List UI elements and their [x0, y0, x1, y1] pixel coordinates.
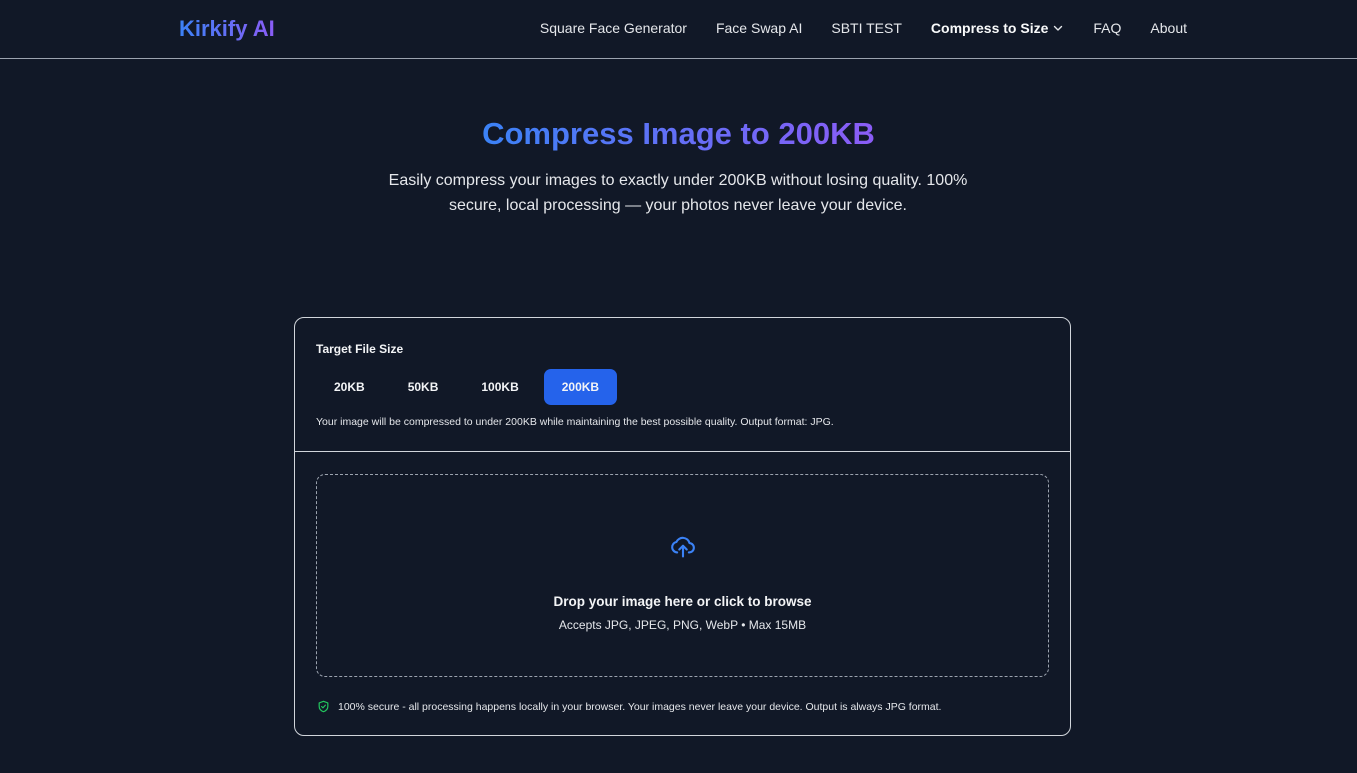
page-title-text: Compress Image to 200KB: [482, 116, 875, 151]
nav-label: About: [1150, 20, 1187, 36]
nav-label: FAQ: [1093, 20, 1122, 36]
main-nav: Square Face Generator Face Swap AI SBTI …: [511, 20, 1187, 36]
image-dropzone[interactable]: Drop your image here or click to browse …: [316, 474, 1049, 677]
nav-label: Square Face Generator: [539, 20, 687, 36]
shield-check-icon: [317, 700, 330, 713]
nav-faq[interactable]: FAQ: [1093, 20, 1121, 36]
chevron-down-icon: [1052, 22, 1064, 34]
size-options: 20KB 50KB 100KB 200KB: [316, 369, 624, 405]
dropzone-subtitle: Accepts JPG, JPEG, PNG, WebP • Max 15MB: [558, 618, 807, 632]
nav-label: SBTI TEST: [831, 20, 902, 36]
nav-square-face-generator[interactable]: Square Face Generator: [540, 20, 687, 36]
nav-face-swap-ai[interactable]: Face Swap AI: [716, 20, 802, 36]
secure-notice: 100% secure - all processing happens loc…: [317, 700, 941, 713]
compress-card: Target File Size 20KB 50KB 100KB 200KB Y…: [294, 317, 1071, 736]
target-size-section: Target File Size 20KB 50KB 100KB 200KB Y…: [295, 318, 1070, 452]
cloud-upload-icon: [669, 532, 697, 560]
size-option-50kb[interactable]: 50KB: [390, 369, 457, 405]
dropzone-title: Drop your image here or click to browse: [553, 594, 812, 609]
size-option-100kb[interactable]: 100KB: [463, 369, 536, 405]
page-subtitle: Easily compress your images to exactly u…: [388, 172, 968, 214]
size-option-20kb[interactable]: 20KB: [316, 369, 383, 405]
page-title: Compress Image to 200KB: [0, 116, 1357, 152]
top-navbar: Kirkify AI Square Face Generator Face Sw…: [0, 0, 1357, 59]
size-option-200kb[interactable]: 200KB: [543, 369, 618, 405]
site-logo[interactable]: Kirkify AI: [179, 16, 275, 42]
secure-notice-text: 100% secure - all processing happens loc…: [338, 700, 942, 713]
nav-sbti-test[interactable]: SBTI TEST: [831, 20, 902, 36]
nav-compress-to-size[interactable]: Compress to Size: [931, 20, 1064, 36]
nav-about[interactable]: About: [1150, 20, 1187, 36]
target-size-label: Target File Size: [316, 342, 404, 356]
compression-note: Your image will be compressed to under 2…: [316, 416, 834, 428]
nav-label: Face Swap AI: [715, 20, 803, 36]
nav-label: Compress to Size: [930, 20, 1049, 36]
